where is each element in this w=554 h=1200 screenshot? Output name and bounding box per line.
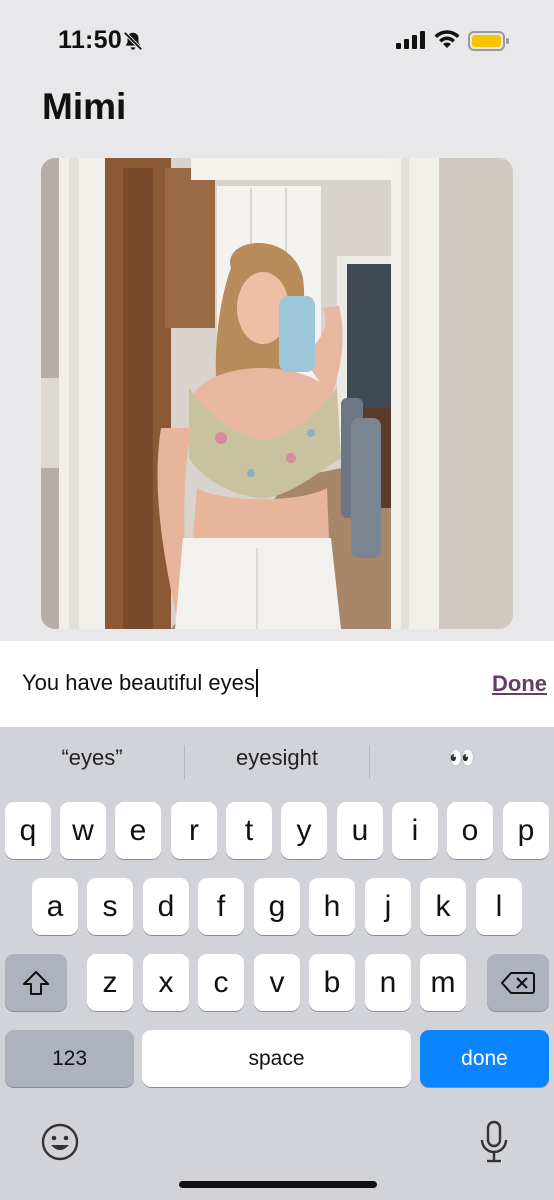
delete-icon	[501, 971, 535, 994]
key-p[interactable]: p	[503, 802, 549, 859]
key-w[interactable]: w	[60, 802, 106, 859]
message-text: You have beautiful eyes	[22, 670, 255, 695]
key-l[interactable]: l	[476, 878, 522, 935]
battery-icon	[468, 31, 509, 51]
suggestion-item[interactable]: “eyes”	[0, 745, 184, 771]
key-y[interactable]: y	[281, 802, 327, 859]
delete-key[interactable]	[487, 954, 549, 1011]
signal-icon	[396, 31, 425, 49]
message-input[interactable]: You have beautiful eyes	[22, 669, 258, 697]
space-key[interactable]: space	[142, 1030, 411, 1087]
key-t[interactable]: t	[226, 802, 272, 859]
wifi-icon	[434, 30, 460, 48]
shift-key[interactable]	[5, 954, 67, 1011]
done-key[interactable]: done	[420, 1030, 549, 1087]
key-e[interactable]: e	[115, 802, 161, 859]
key-g[interactable]: g	[254, 878, 300, 935]
key-r[interactable]: r	[171, 802, 217, 859]
key-z[interactable]: z	[87, 954, 133, 1011]
text-caret	[255, 669, 258, 697]
key-c[interactable]: c	[198, 954, 244, 1011]
status-time: 11:50	[58, 26, 123, 54]
message-bar: You have beautiful eyes Done	[0, 641, 554, 727]
key-s[interactable]: s	[87, 878, 133, 935]
emoji-icon[interactable]	[40, 1122, 80, 1162]
bell-slash-icon	[123, 31, 143, 51]
keyboard: “eyes” eyesight 👀 q w e r t y u i o p a …	[0, 727, 554, 1200]
key-k[interactable]: k	[420, 878, 466, 935]
shift-icon	[23, 970, 49, 995]
key-o[interactable]: o	[447, 802, 493, 859]
key-b[interactable]: b	[309, 954, 355, 1011]
suggestion-item[interactable]: eyesight	[185, 745, 369, 771]
key-x[interactable]: x	[143, 954, 189, 1011]
profile-photo-illustration	[41, 158, 513, 629]
key-f[interactable]: f	[198, 878, 244, 935]
key-i[interactable]: i	[392, 802, 438, 859]
microphone-icon[interactable]	[478, 1120, 510, 1164]
key-d[interactable]: d	[143, 878, 189, 935]
key-u[interactable]: u	[337, 802, 383, 859]
status-bar: 11:50	[0, 0, 554, 84]
key-q[interactable]: q	[5, 802, 51, 859]
home-indicator	[179, 1181, 377, 1188]
profile-photo	[41, 158, 513, 629]
key-n[interactable]: n	[365, 954, 411, 1011]
key-h[interactable]: h	[309, 878, 355, 935]
key-j[interactable]: j	[365, 878, 411, 935]
numbers-key[interactable]: 123	[5, 1030, 134, 1087]
key-a[interactable]: a	[32, 878, 78, 935]
key-m[interactable]: m	[420, 954, 466, 1011]
suggestion-bar: “eyes” eyesight 👀	[0, 727, 554, 797]
page-title: Mimi	[42, 86, 127, 127]
key-v[interactable]: v	[254, 954, 300, 1011]
done-button[interactable]: Done	[492, 671, 547, 697]
suggestion-emoji[interactable]: 👀	[370, 745, 554, 771]
